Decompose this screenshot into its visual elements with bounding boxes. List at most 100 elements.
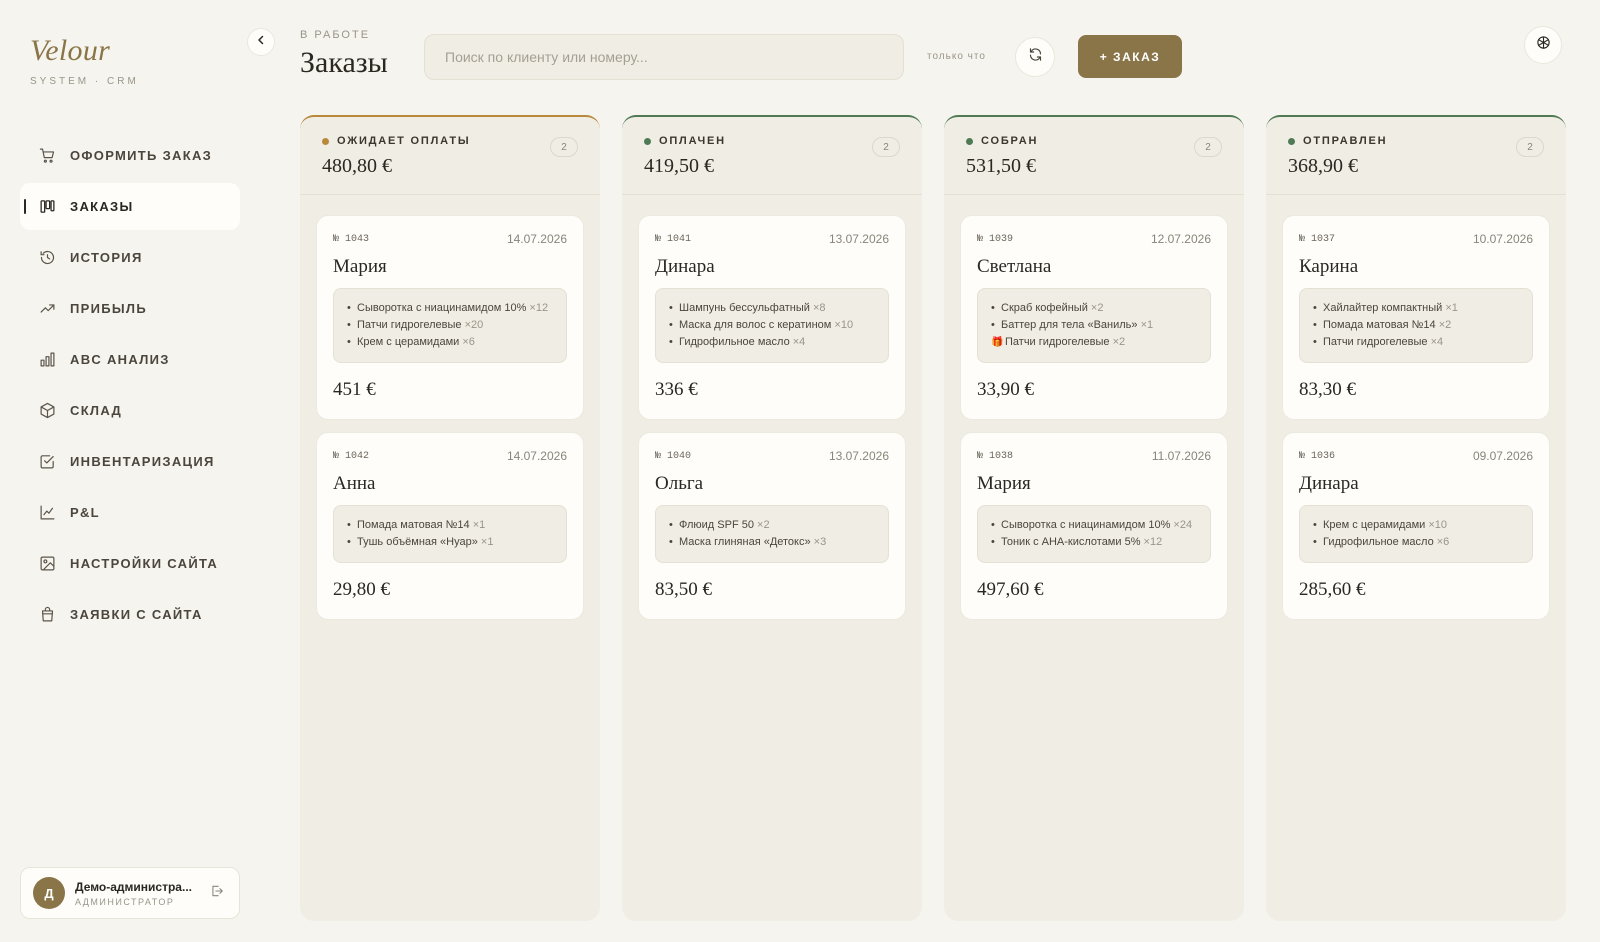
card-header: № 1036 09.07.2026	[1299, 449, 1533, 463]
order-items: • Сыворотка с ниацинамидом 10% ×24 • Тоник…	[977, 505, 1211, 563]
item-qty: ×6	[1436, 536, 1450, 548]
sidebar-nav: ОФОРМИТЬ ЗАКАЗ ЗАКАЗЫ ИСТОРИЯ ПРИБЫЛЬ AB…	[20, 132, 240, 642]
aperture-icon	[1536, 35, 1551, 55]
bullet: •	[347, 302, 351, 314]
card-header: № 1042 14.07.2026	[333, 449, 567, 463]
page-eyebrow: В РАБОТЕ	[300, 29, 371, 41]
item-text: Шампунь бессульфатный ×8	[679, 300, 825, 317]
status-dot	[322, 137, 329, 145]
item-name: Помада матовая №14	[357, 519, 470, 531]
item-name: Помада матовая №14	[1323, 319, 1436, 331]
user-card: Д Демо-администра... АДМИНИСТРАТОР	[20, 867, 240, 919]
list-item: • Скраб кофейный ×2	[991, 300, 1197, 317]
item-text: Сыворотка с ниацинамидом 10% ×24	[1001, 517, 1192, 534]
item-qty: ×6	[462, 336, 475, 348]
order-card[interactable]: № 1037 10.07.2026 Карина • Хайлайтер комп…	[1282, 215, 1550, 420]
search-input[interactable]	[424, 34, 904, 80]
item-name: Тоник с АНА-кислотами 5%	[1001, 536, 1141, 548]
bullet: •	[669, 519, 673, 531]
status-dot	[644, 137, 651, 145]
item-qty: ×1	[1140, 319, 1154, 331]
card-header: № 1038 11.07.2026	[977, 449, 1211, 463]
bullet: •	[669, 319, 673, 331]
sidebar-item-warehouse[interactable]: СКЛАД	[20, 387, 240, 434]
column-total: 368,90 €	[1288, 155, 1358, 177]
column-status: СОБРАН	[966, 135, 1222, 147]
sidebar-item-label: ABC АНАЛИЗ	[70, 352, 170, 367]
collapse-sidebar-button[interactable]	[247, 28, 275, 56]
brand-subtitle: SYSTEM · CRM	[30, 76, 139, 87]
order-card[interactable]: № 1039 12.07.2026 Светлана • Скраб кофейн…	[960, 215, 1228, 420]
item-qty: ×12	[529, 302, 549, 314]
bullet: •	[347, 319, 351, 331]
item-name: Патчи гидрогелевые	[1005, 336, 1110, 348]
column-header: ОПЛАЧЕН 2 419,50 €	[622, 117, 922, 195]
sidebar-item-abc-analysis[interactable]: ABC АНАЛИЗ	[20, 336, 240, 383]
sidebar-item-profit[interactable]: ПРИБЫЛЬ	[20, 285, 240, 332]
order-items: • Хайлайтер компактный ×1 • Помада матовая…	[1299, 288, 1533, 363]
order-date: 13.07.2026	[828, 232, 889, 246]
column-total: 480,80 €	[322, 155, 392, 177]
bullet: •	[1313, 336, 1317, 348]
sidebar-item-new-order[interactable]: ОФОРМИТЬ ЗАКАЗ	[20, 132, 240, 179]
bullet: •	[1313, 536, 1317, 548]
item-text: Помада матовая №14 ×2	[1323, 317, 1451, 334]
column-title: ОЖИДАЕТ ОПЛАТЫ	[337, 135, 471, 147]
item-text: Хайлайтер компактный ×1	[1323, 300, 1458, 317]
item-name: Гидрофильное масло	[679, 336, 790, 348]
sidebar-item-history[interactable]: ИСТОРИЯ	[20, 234, 240, 281]
last-updated-text: только что	[927, 51, 986, 62]
order-card[interactable]: № 1043 14.07.2026 Мария • Сыворотка с ниа…	[316, 215, 584, 420]
item-name: Маска для волос с кератином	[679, 319, 832, 331]
sidebar-item-label: ИСТОРИЯ	[70, 250, 143, 265]
sidebar-item-orders[interactable]: ЗАКАЗЫ	[20, 183, 240, 230]
logout-button[interactable]	[207, 883, 227, 903]
order-number: № 1036	[1299, 450, 1336, 462]
item-name: Крем с церамидами	[1323, 519, 1426, 531]
client-name: Мария	[333, 256, 387, 277]
order-card[interactable]: № 1038 11.07.2026 Мария • Сыворотка с ниа…	[960, 432, 1228, 620]
sidebar-item-inventory[interactable]: ИНВЕНТАРИЗАЦИЯ	[20, 438, 240, 485]
order-card[interactable]: № 1042 14.07.2026 Анна • Помада матовая №…	[316, 432, 584, 620]
order-items: • Помада матовая №14 ×1 • Тушь объёмная «Н…	[333, 505, 567, 563]
order-card[interactable]: № 1041 13.07.2026 Динара • Шампунь бессул…	[638, 215, 906, 420]
sidebar-item-pnl[interactable]: P&L	[20, 489, 240, 536]
column-title: СОБРАН	[981, 135, 1039, 147]
column-total: 531,50 €	[966, 155, 1036, 177]
list-item: • Тушь объёмная «Нуар» ×1	[347, 534, 553, 551]
order-number: № 1040	[655, 450, 692, 462]
box-icon	[38, 402, 56, 420]
theme-settings-button[interactable]	[1524, 26, 1562, 64]
list-item: • Крем с церамидами ×6	[347, 334, 553, 351]
card-header: № 1041 13.07.2026	[655, 232, 889, 246]
gift-icon: 🎁	[991, 337, 1004, 348]
bullet: •	[347, 519, 351, 531]
list-item: • Помада матовая №14 ×1	[347, 517, 553, 534]
bullet: •	[991, 302, 995, 314]
brand-logo[interactable]: Velour SYSTEM · CRM	[30, 34, 139, 87]
order-card[interactable]: № 1040 13.07.2026 Ольга • Флюид SPF 50 ×2…	[638, 432, 906, 620]
sidebar-item-label: ЗАКАЗЫ	[70, 199, 134, 214]
order-card[interactable]: № 1036 09.07.2026 Динара • Крем с церамид…	[1282, 432, 1550, 620]
client-name: Динара	[655, 256, 715, 277]
new-order-button[interactable]: + ЗАКАЗ	[1078, 35, 1182, 78]
card-header: № 1039 12.07.2026	[977, 232, 1211, 246]
list-item: • Гидрофильное масло ×4	[669, 334, 875, 351]
order-number: № 1037	[1299, 233, 1336, 245]
refresh-icon	[1028, 47, 1043, 67]
bullet: •	[991, 319, 995, 331]
sidebar-item-site-requests[interactable]: ЗАЯВКИ С САЙТА	[20, 591, 240, 638]
card-header: № 1040 13.07.2026	[655, 449, 889, 463]
bar-chart-icon	[38, 351, 56, 369]
order-date: 14.07.2026	[506, 232, 567, 246]
order-sum: 83,50 €	[655, 579, 712, 600]
list-item: • Шампунь бессульфатный ×8	[669, 300, 875, 317]
column-paid: ОПЛАЧЕН 2 419,50 € № 1041 13.07.2026 Дин…	[622, 115, 922, 921]
sidebar-item-site-settings[interactable]: НАСТРОЙКИ САЙТА	[20, 540, 240, 587]
sidebar-item-label: СКЛАД	[70, 403, 123, 418]
status-dot	[1288, 137, 1295, 145]
refresh-button[interactable]	[1015, 37, 1055, 77]
card-header: № 1037 10.07.2026	[1299, 232, 1533, 246]
item-name: Крем с церамидами	[357, 336, 460, 348]
column-title: ОТПРАВЛЕН	[1303, 135, 1388, 147]
